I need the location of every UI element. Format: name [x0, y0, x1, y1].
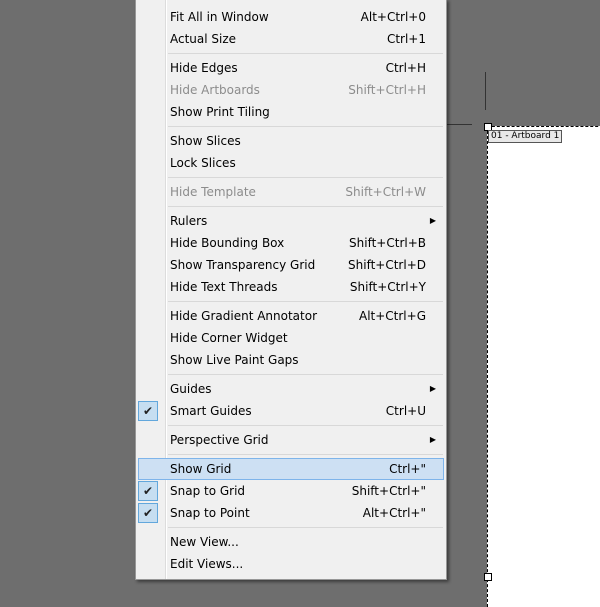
menu-item-show-slices[interactable]: Show Slices	[136, 130, 446, 152]
menu-separator	[136, 123, 446, 130]
menu-separator	[136, 50, 446, 57]
menu-separator	[136, 422, 446, 429]
menu-item-shortcut: Shift+Ctrl+W	[345, 185, 426, 199]
menu-item-shortcut: Shift+Ctrl+D	[348, 258, 426, 272]
menu-item-edit-views[interactable]: Edit Views...	[136, 553, 446, 575]
menu-item-label: Show Live Paint Gaps	[170, 353, 299, 367]
menu-item-shortcut: Shift+Ctrl+"	[351, 484, 426, 498]
menu-item-show-print-tiling[interactable]: Show Print Tiling	[136, 101, 446, 123]
menu-item-label: Hide Text Threads	[170, 280, 278, 294]
menu-item-snap-to-point[interactable]: ✔ Snap to Point Alt+Ctrl+"	[136, 502, 446, 524]
menu-item-perspective-grid[interactable]: Perspective Grid ▶	[136, 429, 446, 451]
menu-item-shortcut: Ctrl+1	[386, 32, 426, 46]
view-menu: Fit All in Window Alt+Ctrl+0 Actual Size Ct…	[135, 0, 447, 580]
menu-item-label: Perspective Grid	[170, 433, 269, 447]
artboard-label: 01 - Artboard 1	[488, 130, 563, 143]
menu-item-shortcut: Alt+Ctrl+G	[358, 309, 426, 323]
menu-item-label: Snap to Point	[170, 506, 250, 520]
menu-item-hide-text-threads[interactable]: Hide Text Threads Shift+Ctrl+Y	[136, 276, 446, 298]
menu-item-label: Lock Slices	[170, 156, 236, 170]
menu-item-hide-corner-widget[interactable]: Hide Corner Widget	[136, 327, 446, 349]
menu-item-shortcut: Ctrl+H	[385, 61, 426, 75]
menu-item-hide-artboards: Hide Artboards Shift+Ctrl+H	[136, 79, 446, 101]
menu-item-label: Hide Gradient Annotator	[170, 309, 318, 323]
submenu-arrow-icon: ▶	[429, 435, 436, 444]
menu-item-label: Hide Corner Widget	[170, 331, 288, 345]
menu-item-label: Hide Artboards	[170, 83, 260, 97]
menu-item-label: Snap to Grid	[170, 484, 246, 498]
menu-item-snap-to-grid[interactable]: ✔ Snap to Grid Shift+Ctrl+"	[136, 480, 446, 502]
menu-item-shortcut: Shift+Ctrl+H	[348, 83, 426, 97]
menu-separator	[136, 203, 446, 210]
menu-item-hide-bounding-box[interactable]: Hide Bounding Box Shift+Ctrl+B	[136, 232, 446, 254]
menu-item-fit-all-in-window[interactable]: Fit All in Window Alt+Ctrl+0	[136, 6, 446, 28]
menu-item-label: Edit Views...	[170, 557, 244, 571]
menu-item-label: New View...	[170, 535, 239, 549]
menu-item-label: Fit All in Window	[170, 10, 269, 24]
menu-item-smart-guides[interactable]: ✔ Smart Guides Ctrl+U	[136, 400, 446, 422]
guide-line-horizontal	[446, 124, 472, 125]
artboard-handle-bottom-left[interactable]	[484, 573, 492, 581]
guide-line-vertical	[485, 72, 486, 110]
menu-item-guides[interactable]: Guides ▶	[136, 378, 446, 400]
menu-item-label: Show Transparency Grid	[170, 258, 316, 272]
submenu-arrow-icon: ▶	[429, 216, 436, 225]
menu-item-hide-edges[interactable]: Hide Edges Ctrl+H	[136, 57, 446, 79]
menu-item-show-transparency-grid[interactable]: Show Transparency Grid Shift+Ctrl+D	[136, 254, 446, 276]
checkmark-icon: ✔	[138, 503, 158, 523]
menu-item-label: Show Grid	[170, 462, 232, 476]
menu-item-shortcut: Ctrl+"	[389, 462, 426, 476]
menu-item-actual-size[interactable]: Actual Size Ctrl+1	[136, 28, 446, 50]
menu-item-hide-gradient-annotator[interactable]: Hide Gradient Annotator Alt+Ctrl+G	[136, 305, 446, 327]
menu-item-shortcut: Alt+Ctrl+0	[360, 10, 426, 24]
artboard[interactable]	[487, 126, 600, 607]
menu-item-label: Hide Template	[170, 185, 256, 199]
menu-item-label: Show Slices	[170, 134, 241, 148]
menu-item-show-grid[interactable]: Show Grid Ctrl+"	[138, 458, 444, 480]
menu-item-label: Show Print Tiling	[170, 105, 270, 119]
menu-item-shortcut: Alt+Ctrl+"	[362, 506, 426, 520]
menu-item-hide-template: Hide Template Shift+Ctrl+W	[136, 181, 446, 203]
menu-item-shortcut: Shift+Ctrl+Y	[349, 280, 426, 294]
menu-item-label: Hide Bounding Box	[170, 236, 285, 250]
menu-item-label: Rulers	[170, 214, 208, 228]
checkmark-icon: ✔	[138, 401, 158, 421]
menu-item-shortcut: Shift+Ctrl+B	[349, 236, 426, 250]
menu-item-lock-slices[interactable]: Lock Slices	[136, 152, 446, 174]
menu-item-new-view[interactable]: New View...	[136, 531, 446, 553]
menu-separator	[136, 174, 446, 181]
menu-item-show-live-paint-gaps[interactable]: Show Live Paint Gaps	[136, 349, 446, 371]
checkmark-icon: ✔	[138, 481, 158, 501]
menu-item-label: Hide Edges	[170, 61, 238, 75]
menu-item-shortcut: Ctrl+U	[385, 404, 426, 418]
menu-separator	[136, 451, 446, 458]
menu-separator	[136, 298, 446, 305]
menu-item-rulers[interactable]: Rulers ▶	[136, 210, 446, 232]
menu-separator	[136, 524, 446, 531]
menu-item-label: Guides	[170, 382, 212, 396]
menu-separator	[136, 371, 446, 378]
submenu-arrow-icon: ▶	[429, 384, 436, 393]
menu-list: Fit All in Window Alt+Ctrl+0 Actual Size Ct…	[136, 6, 446, 575]
menu-item-label: Actual Size	[170, 32, 237, 46]
menu-item-label: Smart Guides	[170, 404, 252, 418]
